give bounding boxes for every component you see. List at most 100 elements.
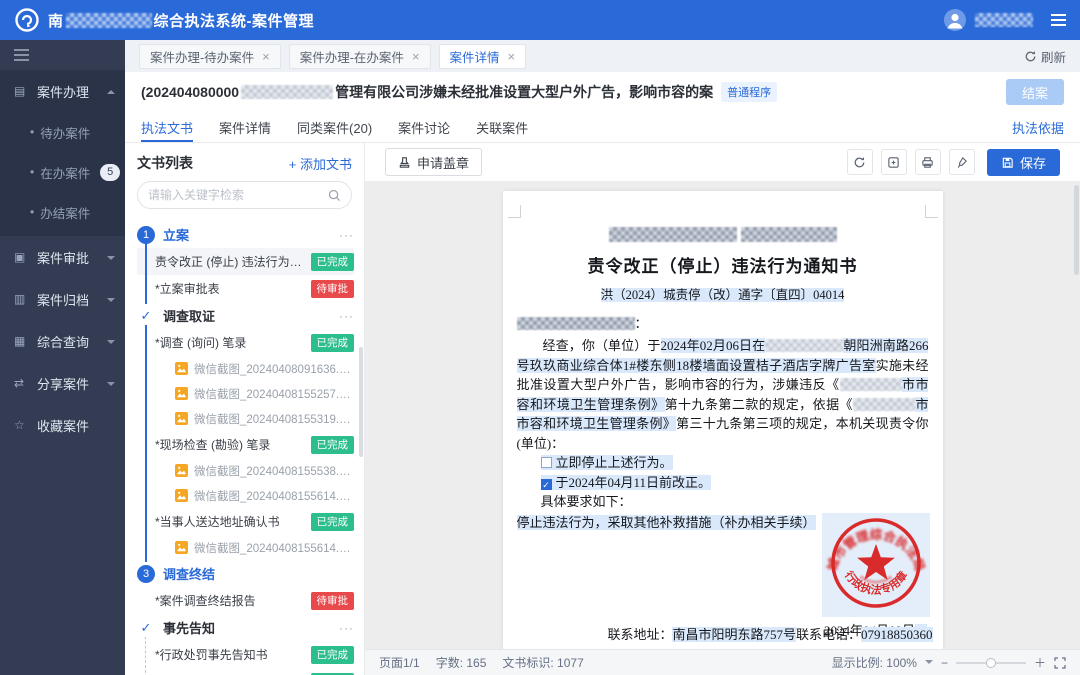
printer-icon bbox=[921, 156, 934, 169]
chevron-down-icon[interactable] bbox=[925, 659, 933, 667]
attachment-item[interactable]: 微信截图_20240408091636.png bbox=[137, 356, 354, 381]
edit-pin-button[interactable] bbox=[949, 149, 975, 175]
subtab[interactable]: 案件讨论 bbox=[398, 112, 450, 142]
attachment-name: 微信截图_20240408091636.png bbox=[194, 361, 354, 377]
close-icon[interactable]: × bbox=[412, 49, 420, 64]
stage-number-badge: 1 bbox=[137, 226, 155, 244]
scrollbar-thumb[interactable] bbox=[359, 347, 363, 457]
doc-item[interactable]: *现场检查 (勘验) 笔录已完成 bbox=[137, 431, 354, 458]
more-icon[interactable]: ··· bbox=[339, 309, 354, 323]
image-file-icon bbox=[175, 489, 188, 502]
zoom-out-button[interactable]: − bbox=[941, 656, 948, 670]
redacted-text bbox=[853, 398, 915, 411]
checkbox-checked[interactable]: ✓ bbox=[541, 479, 552, 490]
subtab[interactable]: 同类案件(20) bbox=[297, 112, 372, 142]
zoom-control: 显示比例: 100% − ＋ bbox=[832, 654, 1066, 671]
doc-stage-header[interactable]: 1立案··· bbox=[137, 221, 354, 248]
doc-stage-header[interactable]: ✓调查取证··· bbox=[137, 302, 354, 329]
more-icon[interactable]: ··· bbox=[339, 228, 354, 242]
status-badge: 待审批 bbox=[311, 592, 355, 610]
close-icon[interactable]: × bbox=[508, 49, 516, 64]
bullet-icon: • bbox=[30, 125, 34, 139]
doc-item[interactable]: *送达回证（行政处罚事先告知书）已完成 bbox=[137, 668, 354, 675]
refresh-icon bbox=[1024, 50, 1037, 63]
save-button[interactable]: 保存 bbox=[987, 149, 1060, 176]
close-icon[interactable]: × bbox=[262, 49, 270, 64]
stage-label: 事先告知 bbox=[163, 618, 339, 637]
zoom-in-button[interactable]: ＋ bbox=[1034, 654, 1046, 671]
search-icon[interactable] bbox=[328, 189, 341, 202]
page-indicator: 页面1/1 bbox=[379, 654, 420, 671]
sidebar-item-label: 分享案件 bbox=[37, 374, 106, 393]
doc-item[interactable]: *立案审批表待审批 bbox=[137, 275, 354, 302]
refresh-button[interactable]: 刷新 bbox=[1024, 47, 1066, 66]
scrollbar-thumb[interactable] bbox=[1074, 185, 1079, 275]
progress-rail bbox=[145, 636, 146, 675]
zoom-slider[interactable] bbox=[956, 662, 1026, 664]
app-header: 南综合执法系统-案件管理 bbox=[0, 0, 1080, 40]
tab-item[interactable]: 案件详情× bbox=[439, 44, 527, 69]
redacted-text bbox=[66, 13, 152, 28]
sidebar-subitem[interactable]: •办结案件 bbox=[0, 192, 125, 232]
sidebar-item[interactable]: ▤案件办理 bbox=[0, 70, 125, 112]
attachment-item[interactable]: 微信截图_20240408155319.png bbox=[137, 406, 354, 431]
chevron-down-icon bbox=[106, 295, 115, 304]
print-button[interactable] bbox=[915, 149, 941, 175]
sidebar-subitem[interactable]: •待办案件 bbox=[0, 112, 125, 152]
more-icon[interactable]: ··· bbox=[339, 621, 354, 635]
doc-item[interactable]: *案件调查终结报告待审批 bbox=[137, 587, 354, 614]
doc-item-label: *立案审批表 bbox=[155, 280, 305, 297]
sidebar-subitem[interactable]: •在办案件5 bbox=[0, 152, 125, 192]
attachment-item[interactable]: 微信截图_20240408155614.png bbox=[137, 535, 354, 560]
fullscreen-button[interactable] bbox=[1054, 657, 1066, 669]
attachment-item[interactable]: 微信截图_20240408155614.png bbox=[137, 483, 354, 508]
case-archive-icon: ▥ bbox=[14, 292, 30, 306]
law-basis-link[interactable]: 执法依据 bbox=[1012, 118, 1064, 137]
export-doc-button[interactable] bbox=[881, 149, 907, 175]
doc-item[interactable]: 责令改正 (停止) 违法行为通知书已完成 bbox=[137, 248, 354, 275]
image-file-icon bbox=[175, 387, 188, 400]
menu-icon[interactable] bbox=[1051, 19, 1066, 21]
reload-doc-button[interactable] bbox=[847, 149, 873, 175]
stage-check-icon: ✓ bbox=[137, 307, 155, 325]
redacted-text bbox=[241, 85, 333, 99]
subtab[interactable]: 执法文书 bbox=[141, 112, 193, 142]
doc-stage-header[interactable]: 3调查终结 bbox=[137, 560, 354, 587]
request-seal-button[interactable]: 申请盖章 bbox=[385, 148, 482, 176]
subtab[interactable]: 案件详情 bbox=[219, 112, 271, 142]
tab-item[interactable]: 案件办理-在办案件× bbox=[289, 44, 431, 69]
image-file-icon bbox=[175, 541, 188, 554]
user-avatar[interactable] bbox=[943, 8, 967, 32]
stage-label: 调查终结 bbox=[163, 564, 354, 583]
zoom-slider-knob[interactable] bbox=[986, 658, 996, 668]
checkbox-line: 立即停止上述行为。 bbox=[517, 453, 929, 473]
attachment-item[interactable]: 微信截图_20240408155538.png bbox=[137, 458, 354, 483]
doc-item[interactable]: *当事人送达地址确认书已完成 bbox=[137, 508, 354, 535]
redacted-text bbox=[840, 378, 902, 391]
sidebar-item[interactable]: ⇄分享案件 bbox=[0, 362, 125, 404]
doc-item-label: *当事人送达地址确认书 bbox=[155, 513, 305, 530]
tab-bar: 案件办理-待办案件× 案件办理-在办案件× 案件详情× 刷新 bbox=[125, 40, 1080, 72]
word-count: 字数: 165 bbox=[436, 654, 487, 671]
sidebar-collapse-icon[interactable] bbox=[14, 54, 29, 56]
close-case-button[interactable]: 结案 bbox=[1006, 79, 1064, 105]
progress-rail bbox=[145, 243, 147, 304]
subtab[interactable]: 关联案件 bbox=[476, 112, 528, 142]
checkbox-unchecked[interactable] bbox=[541, 457, 552, 468]
doc-search-input[interactable] bbox=[148, 188, 328, 202]
tab-item[interactable]: 案件办理-待办案件× bbox=[139, 44, 281, 69]
status-badge: 已完成 bbox=[311, 334, 355, 352]
sidebar-item[interactable]: ▣案件审批 bbox=[0, 236, 125, 278]
doc-item[interactable]: *行政处罚事先告知书已完成 bbox=[137, 641, 354, 668]
doc-title: 责令改正（停止）违法行为通知书 bbox=[517, 252, 929, 277]
doc-text: 于 bbox=[556, 475, 569, 490]
field-highlight: 立即停止上述行为。 bbox=[541, 455, 673, 470]
doc-stage-header[interactable]: ✓事先告知··· bbox=[137, 614, 354, 641]
sidebar-item[interactable]: ▥案件归档 bbox=[0, 278, 125, 320]
sidebar-item[interactable]: ☆收藏案件 bbox=[0, 404, 125, 446]
doc-item[interactable]: *调查 (询问) 笔录已完成 bbox=[137, 329, 354, 356]
attachment-item[interactable]: 微信截图_20240408155257.png bbox=[137, 381, 354, 406]
sidebar-subitem-label: 办结案件 bbox=[40, 203, 90, 222]
add-document-button[interactable]: + 添加文书 bbox=[289, 154, 352, 173]
sidebar-item[interactable]: ▦综合查询 bbox=[0, 320, 125, 362]
